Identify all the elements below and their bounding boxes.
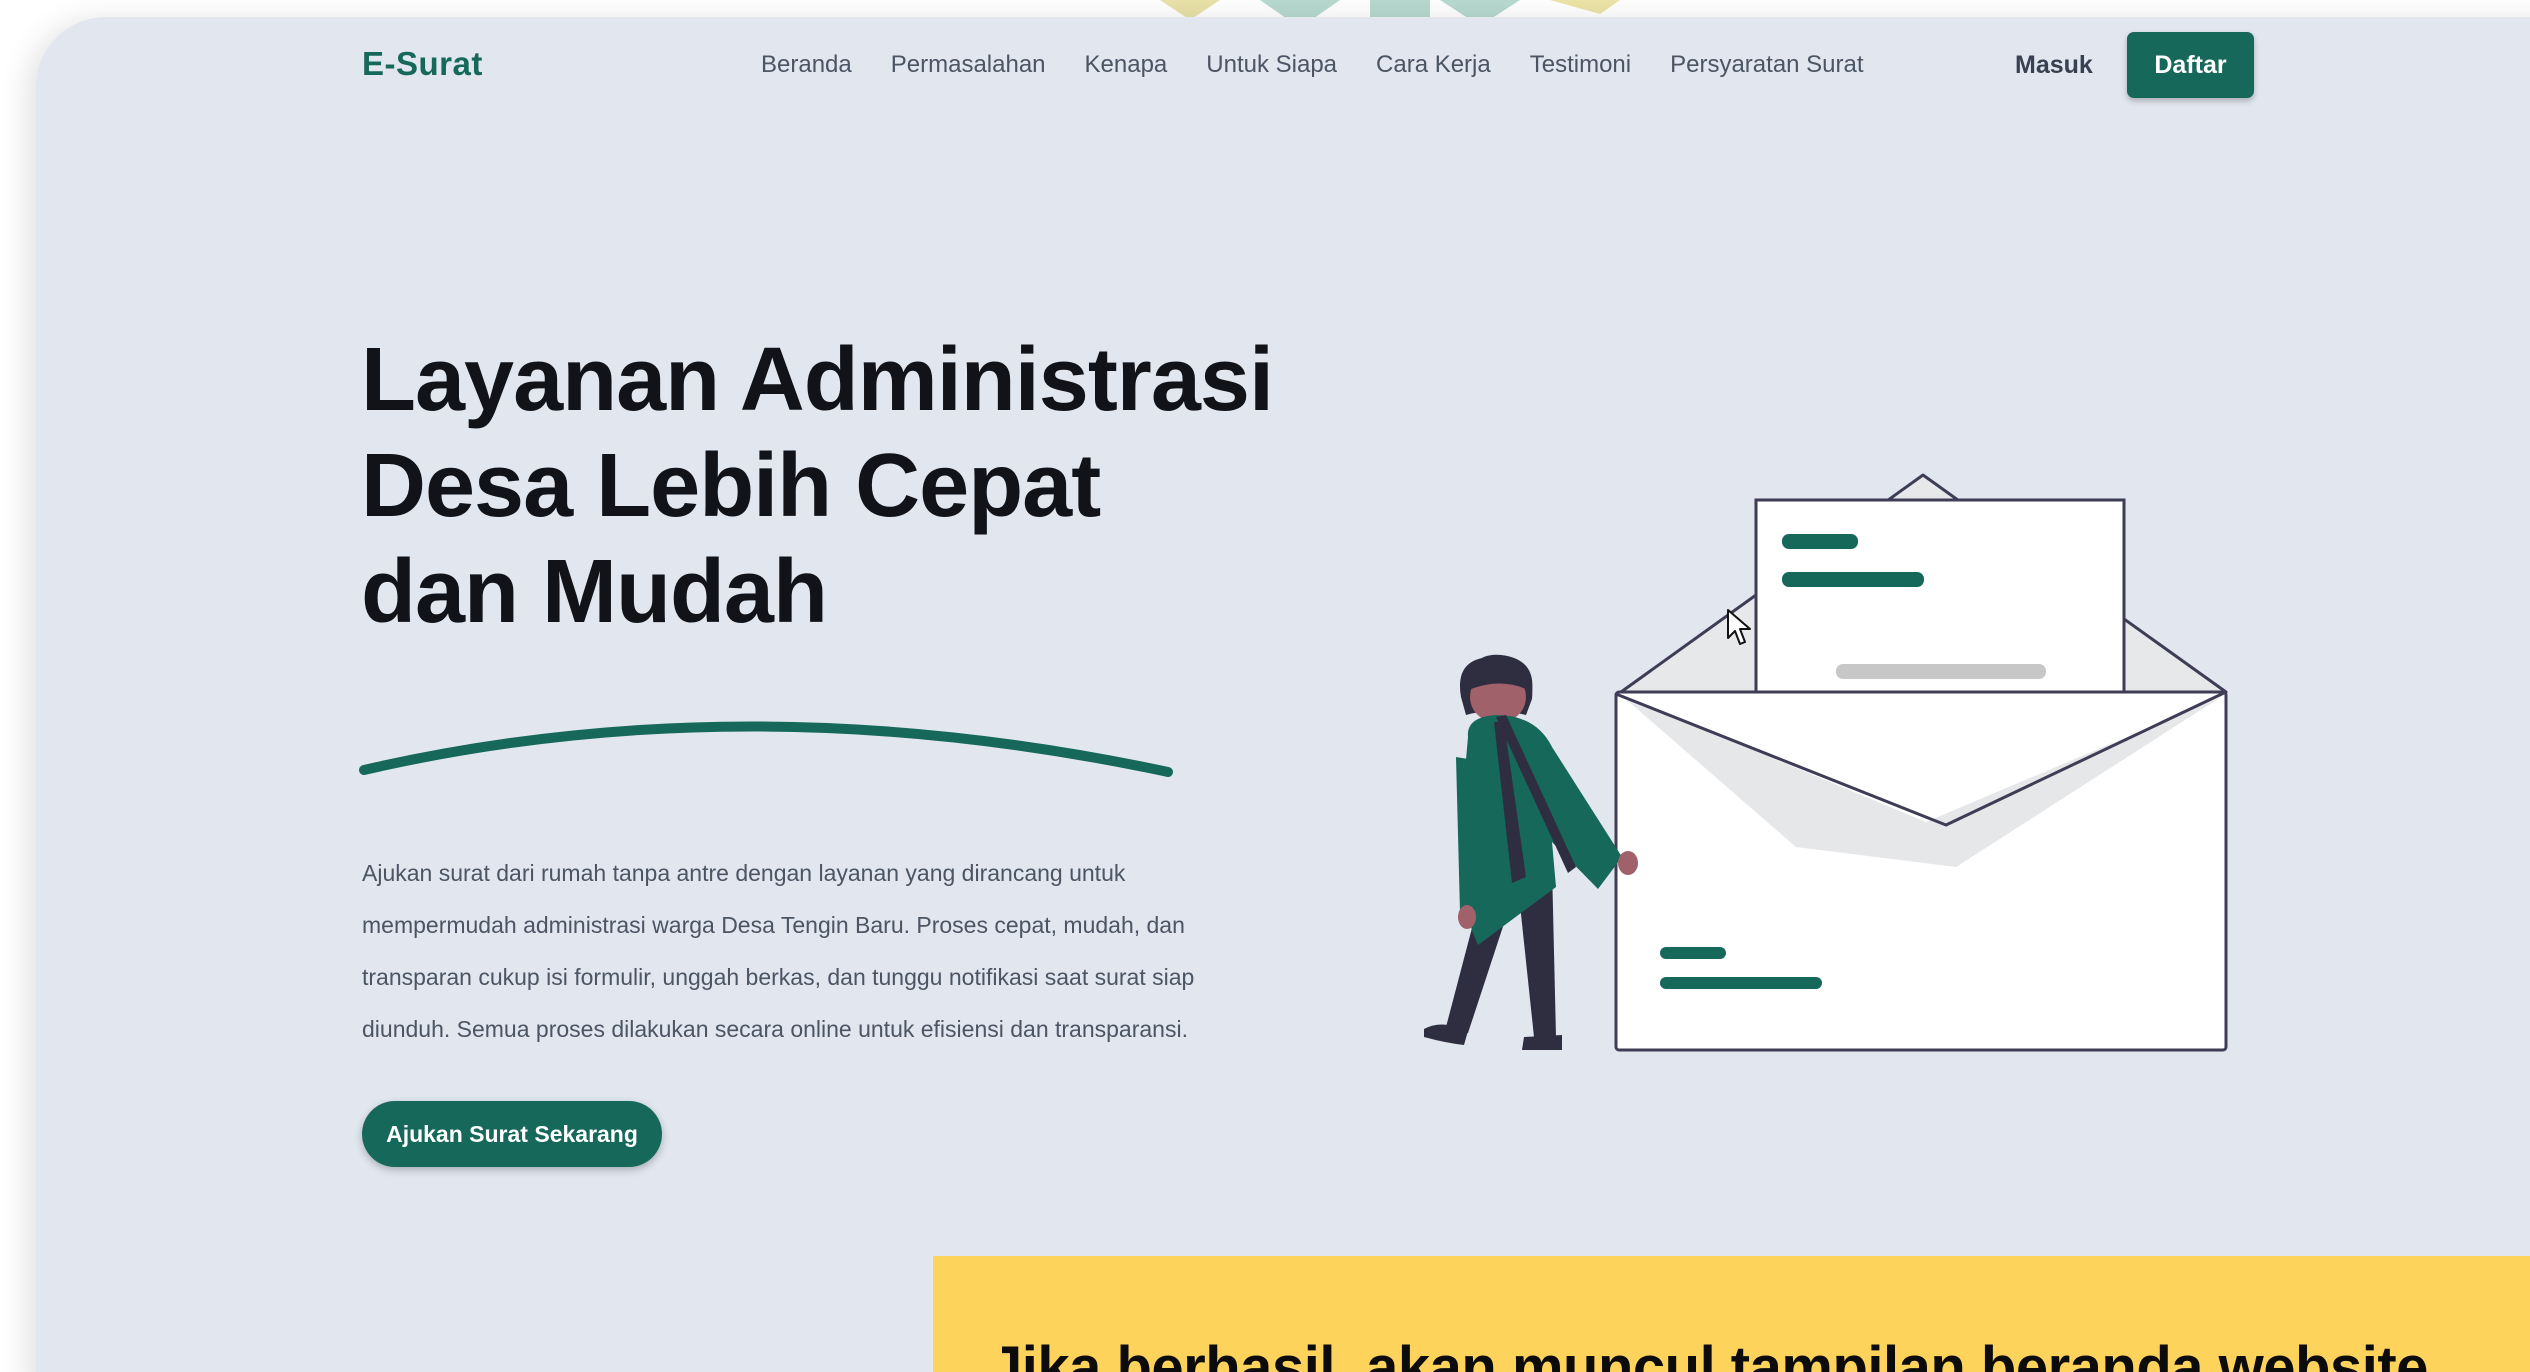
letter-line-gray-1 <box>1836 664 2046 679</box>
title-underline-swoosh <box>359 721 1173 777</box>
nav-link-untuk-siapa[interactable]: Untuk Siapa <box>1206 51 1337 79</box>
person-figure <box>1424 654 1638 1050</box>
screenshot-stage: E-Surat Beranda Permasalahan Kenapa Untu… <box>0 0 2530 1372</box>
submit-letter-button[interactable]: Ajukan Surat Sekarang <box>362 1101 662 1167</box>
hero-description: Ajukan surat dari rumah tanpa antre deng… <box>362 847 1262 1055</box>
hero-description-line-1: Ajukan surat dari rumah tanpa antre deng… <box>362 860 1126 886</box>
hero-description-line-4: diunduh. Semua proses dilakukan secara o… <box>362 1016 1188 1042</box>
nav-link-cara-kerja[interactable]: Cara Kerja <box>1376 51 1491 79</box>
nav-link-beranda[interactable]: Beranda <box>761 51 852 79</box>
register-button[interactable]: Daftar <box>2127 32 2254 98</box>
mouse-cursor-icon <box>1727 609 1751 645</box>
letter-line-green-2 <box>1782 572 1924 587</box>
hero-description-line-2: mempermudah administrasi warga Desa Teng… <box>362 912 1185 938</box>
envelope-line-green-2 <box>1660 977 1822 989</box>
hero-title-line-3: dan Mudah <box>361 542 828 642</box>
hero-description-line-3: transparan cukup isi formulir, unggah be… <box>362 964 1195 990</box>
letter-line-green-1 <box>1782 534 1858 549</box>
nav-link-testimoni[interactable]: Testimoni <box>1530 51 1631 79</box>
envelope-line-green-1 <box>1660 947 1726 959</box>
nav-link-permasalahan[interactable]: Permasalahan <box>891 51 1046 79</box>
login-link[interactable]: Masuk <box>2015 51 2093 80</box>
nav-link-kenapa[interactable]: Kenapa <box>1085 51 1168 79</box>
main-navigation: Beranda Permasalahan Kenapa Untuk Siapa … <box>761 51 1903 79</box>
hero-title-line-2: Desa Lebih Cepat <box>361 436 1101 536</box>
caption-text: Jika berhasil, akan muncul tampilan bera… <box>990 1335 2428 1372</box>
envelope-illustration <box>1424 473 2228 1052</box>
hero-title: Layanan Administrasi Desa Lebih Cepat da… <box>361 327 1321 645</box>
caption-banner: Jika berhasil, akan muncul tampilan bera… <box>933 1256 2530 1372</box>
nav-link-persyaratan-surat[interactable]: Persyaratan Surat <box>1670 51 1863 79</box>
site-logo[interactable]: E-Surat <box>362 45 483 83</box>
browser-window: E-Surat Beranda Permasalahan Kenapa Untu… <box>36 17 2530 1372</box>
hero-title-line-1: Layanan Administrasi <box>361 330 1274 430</box>
